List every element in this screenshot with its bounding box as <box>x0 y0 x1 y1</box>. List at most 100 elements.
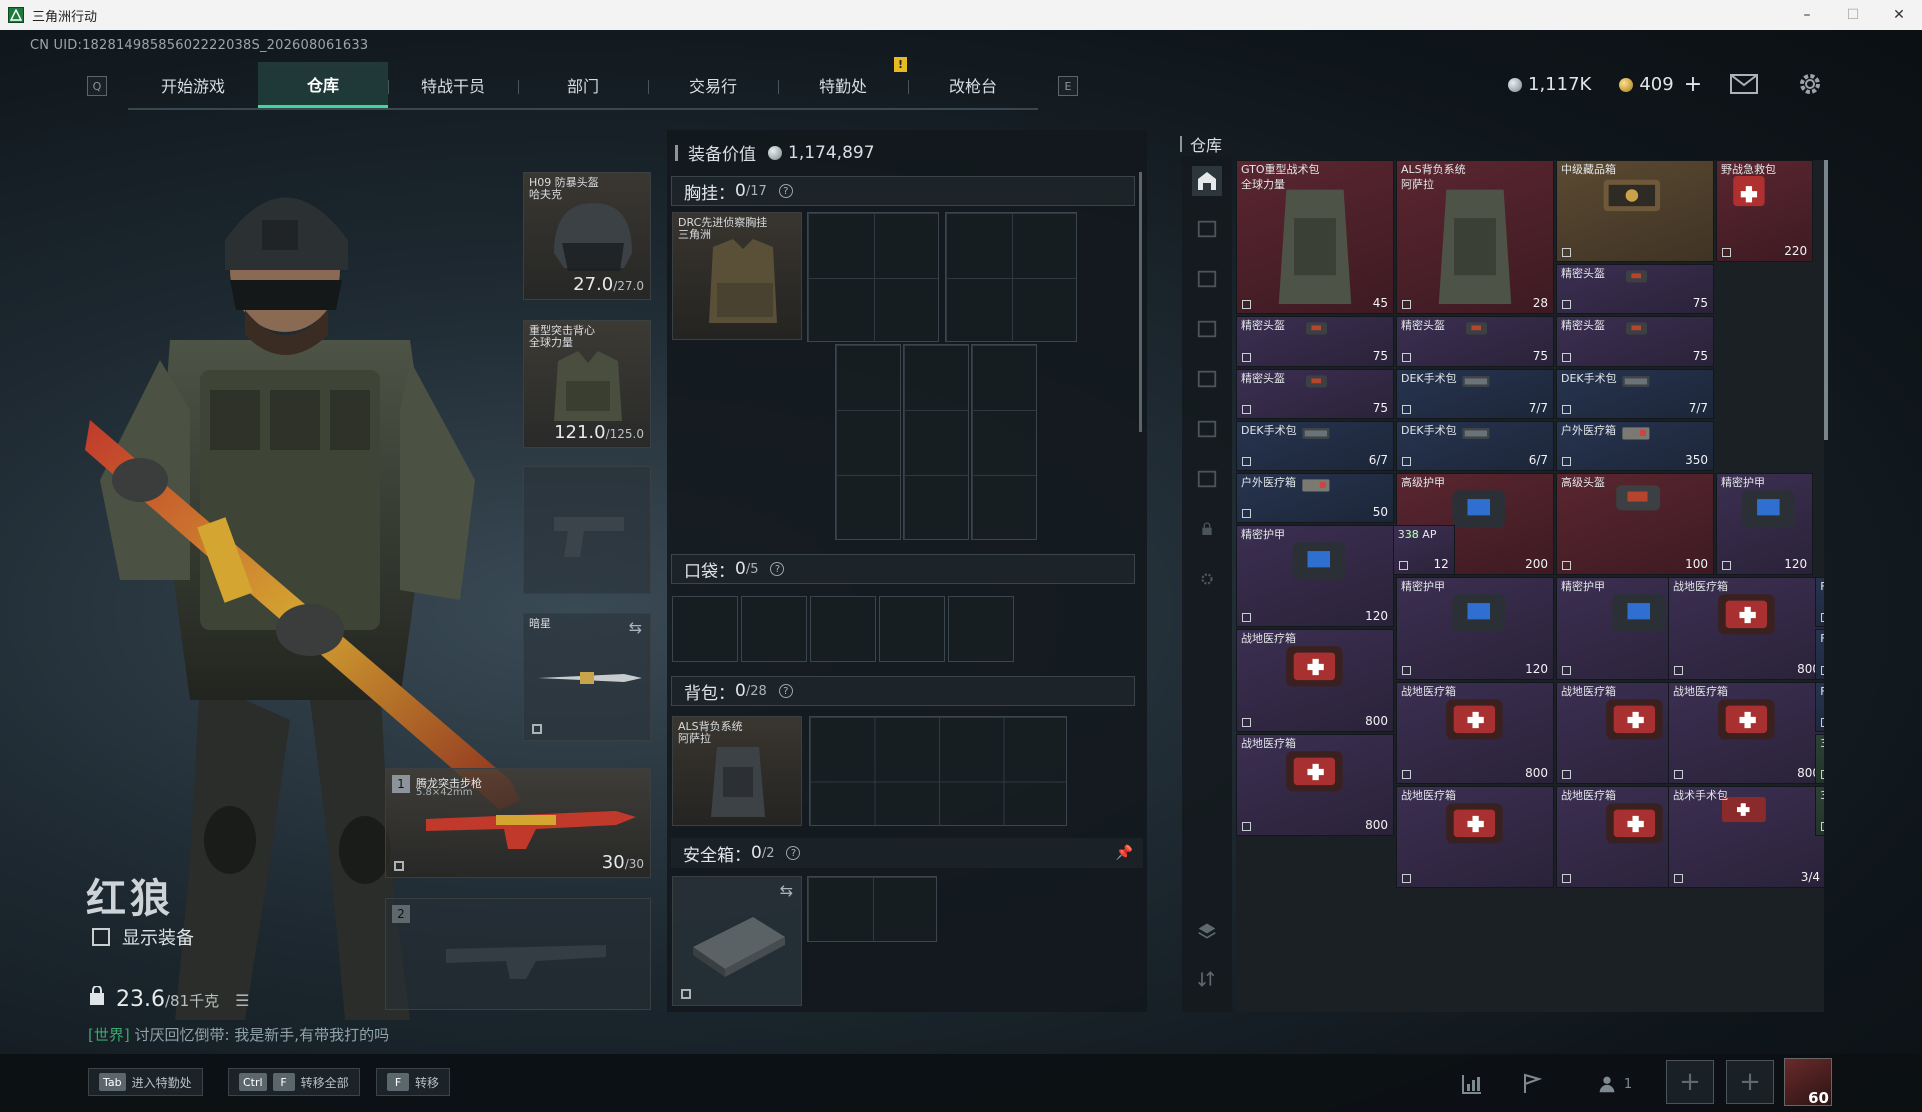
warehouse-item[interactable]: 精密头盔 75 <box>1556 316 1714 367</box>
team-button[interactable]: 1 <box>1584 1066 1644 1102</box>
warehouse-item[interactable]: DEK手术包 7/7 <box>1396 368 1554 419</box>
backpack-item[interactable]: ALS背负系统 阿萨拉 <box>672 716 802 826</box>
warehouse-item[interactable]: DEK手术包 6/7 <box>1396 420 1554 471</box>
enter-special-ops-hint[interactable]: Tab 进入特勤处 <box>88 1068 203 1096</box>
warehouse-item[interactable]: 精密头盔 75 <box>1556 264 1714 315</box>
warehouse-item[interactable]: 战地医疗箱800 <box>1668 577 1824 680</box>
warehouse-item[interactable]: 精密护甲 120 <box>1236 525 1394 628</box>
warehouse-item[interactable]: ALS背负系统 阿萨拉 28 <box>1396 160 1554 315</box>
warehouse-item[interactable]: 战地医疗箱800 <box>1236 629 1394 732</box>
equipment-scrollbar[interactable] <box>1139 172 1142 432</box>
chest-grid-3[interactable] <box>835 344 901 540</box>
warehouse-item[interactable]: 户外医疗箱 50 <box>1236 472 1394 524</box>
invite-slot-2[interactable]: + <box>1726 1060 1774 1104</box>
warehouse-item[interactable]: 战地医疗箱800 <box>1236 733 1394 837</box>
close-button[interactable]: ✕ <box>1876 0 1922 30</box>
warehouse-item[interactable]: 户外医疗箱 350 <box>1556 420 1714 471</box>
maximize-button[interactable]: ☐ <box>1830 0 1876 30</box>
melee-slot[interactable]: 暗星 ⇆ <box>523 613 651 741</box>
warehouse-locked-tab-icon[interactable] <box>1192 514 1222 544</box>
help-icon[interactable]: ? <box>786 846 801 860</box>
sort-icon[interactable] <box>1192 964 1222 994</box>
warehouse-item[interactable]: 300 Bla60 <box>1815 785 1824 837</box>
warehouse-item[interactable]: 野战急救包 220 <box>1716 160 1814 263</box>
pistol-slot[interactable] <box>523 466 651 594</box>
warehouse-item[interactable]: 战术手术包 3/4 <box>1668 785 1824 889</box>
armor-slot[interactable]: 重型突击背心 全球力量 121.0/125.0 <box>523 320 651 448</box>
pocket-slot[interactable] <box>948 596 1014 662</box>
chest-grid-1[interactable] <box>807 212 939 342</box>
transfer-all-hint[interactable]: Ctrl F 转移全部 <box>228 1068 360 1096</box>
pocket-slot[interactable] <box>741 596 807 662</box>
player-avatar[interactable]: 60 <box>1784 1058 1832 1107</box>
tab-trade[interactable]: 交易行 <box>648 62 778 108</box>
invite-slot-1[interactable]: + <box>1666 1060 1714 1104</box>
chest-grid-2[interactable] <box>945 212 1077 342</box>
tab-gunsmith[interactable]: 改枪台 <box>908 62 1038 108</box>
help-icon[interactable]: ? <box>778 684 793 698</box>
warehouse-tab-2-icon[interactable] <box>1192 264 1222 294</box>
secondary-weapon-slot[interactable]: 2 <box>385 898 651 1010</box>
chest-grid-4[interactable] <box>903 344 969 540</box>
chest-grid-5[interactable] <box>971 344 1037 540</box>
show-equipment-checkbox[interactable] <box>92 928 110 946</box>
warehouse-item[interactable]: 精密护甲 120 <box>1716 472 1814 576</box>
warehouse-item[interactable]: 高级头盔 100 <box>1556 472 1714 576</box>
mail-icon[interactable] <box>1730 74 1758 94</box>
tab-warehouse[interactable]: 仓库 <box>258 62 388 108</box>
warehouse-item[interactable]: 战地医疗箱 <box>1396 785 1554 889</box>
pin-icon[interactable]: 📌 <box>1116 845 1133 861</box>
warehouse-item[interactable]: DEK手术包 7/7 <box>1556 368 1714 419</box>
warehouse-item[interactable]: GTO重型战术包 全球力量 45 <box>1236 160 1394 315</box>
tab-special-ops[interactable]: 特勤处 <box>778 62 908 108</box>
item-name: GTO重型战术包 <box>1241 163 1320 176</box>
warehouse-item[interactable]: FTX ...6 <box>1815 681 1824 732</box>
warehouse-tab-1-icon[interactable] <box>1192 214 1222 244</box>
warehouse-item[interactable]: 300 Bla60 <box>1815 733 1824 784</box>
warehouse-item[interactable]: 精密护甲 120 <box>1396 577 1554 680</box>
world-chat[interactable]: [世界] 讨厌回忆倒带: 我是新手,有带我打的吗 <box>88 1024 389 1045</box>
warehouse-tab-all-icon[interactable] <box>1192 166 1222 196</box>
warehouse-item[interactable]: 精密头盔 75 <box>1236 368 1394 419</box>
warehouse-tab-6-icon[interactable] <box>1192 464 1222 494</box>
primary-weapon-slot[interactable]: 1 腾龙突击步枪 5.8×42mm 30/30 <box>385 768 651 878</box>
add-currency-button[interactable]: + <box>1684 72 1702 97</box>
layers-icon[interactable] <box>1192 916 1222 946</box>
chest-rig-item[interactable]: DRC先进侦察胸挂 三角洲 <box>672 212 802 340</box>
warehouse-settings-icon[interactable] <box>1192 564 1222 594</box>
minimize-button[interactable]: – <box>1784 0 1830 30</box>
tab-operators[interactable]: 特战干员 <box>388 62 518 108</box>
flag-icon[interactable] <box>1510 1066 1554 1102</box>
pocket-slot[interactable] <box>879 596 945 662</box>
help-icon[interactable]: ? <box>770 562 785 576</box>
tab-start-game[interactable]: 开始游戏 <box>128 62 258 108</box>
safebox-grid[interactable] <box>807 876 937 942</box>
warehouse-item[interactable]: FTX ...20 <box>1815 629 1824 680</box>
warehouse-scrollbar[interactable] <box>1824 160 1828 440</box>
stats-chart-icon[interactable] <box>1450 1066 1494 1102</box>
helmet-slot[interactable]: H09 防暴头盔 哈夫克 27.0/27.0 <box>523 172 651 300</box>
settings-gear-icon[interactable] <box>1796 70 1824 98</box>
warehouse-tab-5-icon[interactable] <box>1192 414 1222 444</box>
warehouse-item[interactable]: 精密头盔 75 <box>1396 316 1554 367</box>
pocket-slot[interactable] <box>672 596 738 662</box>
help-icon[interactable]: ? <box>778 184 793 198</box>
transfer-hint[interactable]: F 转移 <box>376 1068 451 1096</box>
safebox-item[interactable]: ⇆ <box>672 876 802 1006</box>
warehouse-item[interactable]: 338 AP 12 <box>1392 525 1455 576</box>
warehouse-item[interactable]: 战地医疗箱800 <box>1668 681 1824 784</box>
list-icon[interactable]: ☰ <box>235 991 249 1010</box>
backpack-grid[interactable] <box>809 716 1067 826</box>
warehouse-item[interactable]: 精密头盔 75 <box>1236 316 1394 367</box>
nav-prev-key[interactable]: Q <box>87 76 107 96</box>
show-equipment-toggle[interactable]: 显示装备 <box>92 924 194 950</box>
warehouse-tab-3-icon[interactable] <box>1192 314 1222 344</box>
pocket-slot[interactable] <box>810 596 876 662</box>
warehouse-tab-4-icon[interactable] <box>1192 364 1222 394</box>
warehouse-item[interactable]: 中级藏品箱 <box>1556 160 1714 263</box>
warehouse-item[interactable]: 战地医疗箱800 <box>1396 681 1554 784</box>
tab-department[interactable]: 部门 <box>518 62 648 108</box>
nav-next-key[interactable]: E <box>1058 76 1078 96</box>
warehouse-item[interactable]: FTX ...20 <box>1815 577 1824 628</box>
warehouse-item[interactable]: DEK手术包 6/7 <box>1236 420 1394 471</box>
